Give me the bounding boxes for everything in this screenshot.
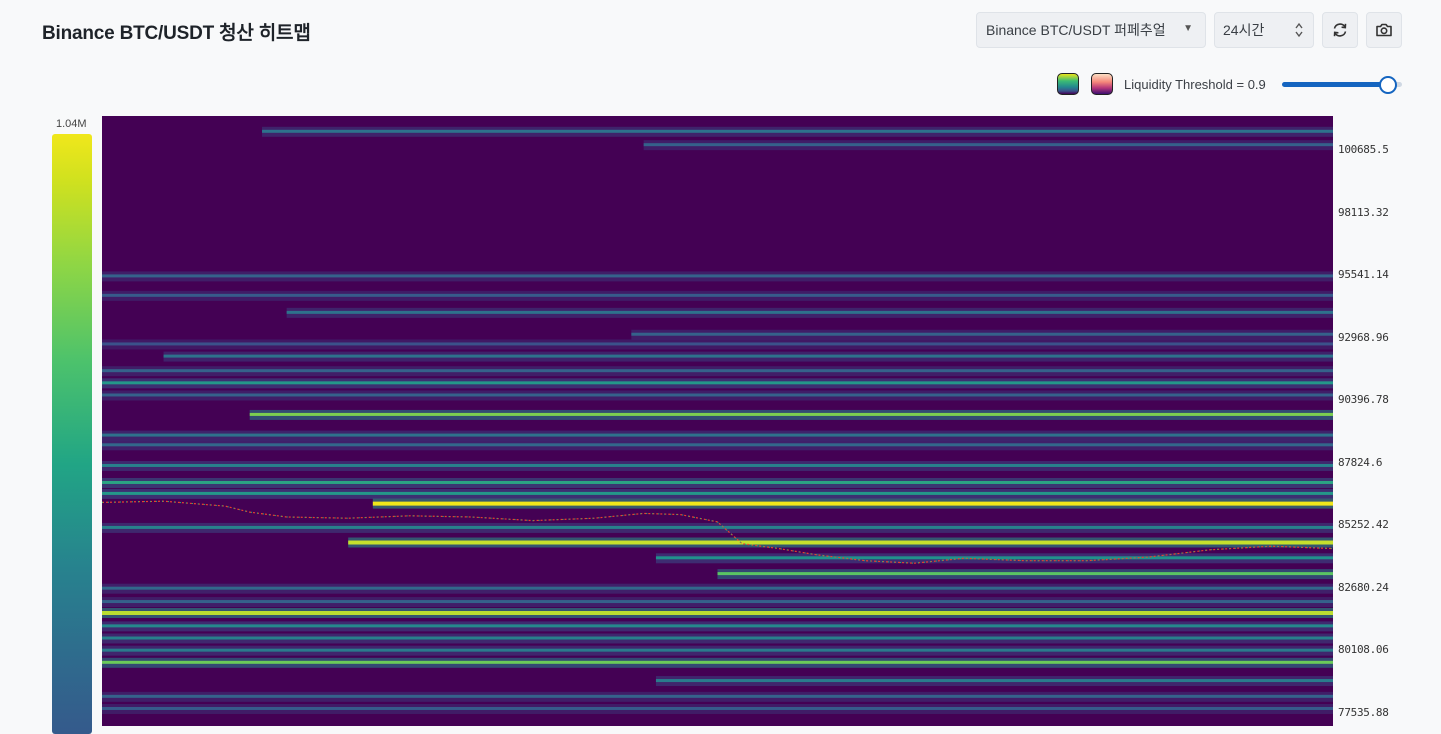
updown-chevron-icon bbox=[1295, 22, 1303, 38]
liquidation-band bbox=[102, 694, 1333, 698]
viridis-palette-button[interactable] bbox=[1057, 73, 1079, 95]
chevron-down-icon: ▼ bbox=[1183, 23, 1193, 34]
liquidation-band bbox=[102, 586, 1333, 590]
liquidation-band bbox=[102, 660, 1333, 664]
price-axis-tick: 80108.06 bbox=[1338, 643, 1389, 657]
liquidation-band bbox=[102, 706, 1333, 710]
price-axis-tick: 82680.24 bbox=[1338, 580, 1389, 594]
liquidation-band bbox=[102, 342, 1333, 346]
liquidation-band bbox=[102, 610, 1333, 615]
liquidation-band bbox=[348, 540, 1333, 545]
liquidation-band bbox=[102, 463, 1333, 467]
liquidation-band bbox=[262, 129, 1333, 133]
camera-icon bbox=[1376, 23, 1392, 37]
liquidation-band bbox=[102, 480, 1333, 484]
price-axis-tick: 95541.14 bbox=[1338, 268, 1389, 282]
threshold-slider-thumb[interactable] bbox=[1379, 76, 1397, 94]
symbol-select[interactable]: Binance BTC/USDT 퍼페추얼 ▼ bbox=[976, 12, 1206, 48]
liquidation-band bbox=[102, 525, 1333, 529]
liquidation-band bbox=[249, 412, 1333, 416]
liquidation-band bbox=[102, 381, 1333, 385]
colorbar-max-label: 1.04M bbox=[56, 118, 87, 130]
liquidation-band bbox=[286, 310, 1333, 314]
liquidation-band bbox=[655, 556, 1333, 560]
liquidation-band bbox=[102, 636, 1333, 640]
colorbar bbox=[52, 134, 92, 734]
liquidation-band bbox=[102, 443, 1333, 447]
liquidation-band bbox=[717, 572, 1333, 576]
price-axis-tick: 85252.42 bbox=[1338, 518, 1389, 532]
liquidation-band bbox=[102, 648, 1333, 652]
liquidation-band bbox=[655, 679, 1333, 683]
refresh-icon bbox=[1333, 23, 1347, 37]
price-axis-tick: 90396.78 bbox=[1338, 393, 1389, 407]
liquidation-band bbox=[102, 293, 1333, 297]
price-axis-tick: 87824.6 bbox=[1338, 455, 1383, 469]
page-title: Binance BTC/USDT 청산 히트맵 bbox=[42, 23, 311, 44]
price-axis-tick: 98113.32 bbox=[1338, 205, 1389, 219]
liquidation-band bbox=[643, 143, 1333, 147]
price-axis-tick: 77535.88 bbox=[1338, 705, 1389, 719]
liquidation-band bbox=[102, 491, 1333, 495]
screenshot-button[interactable] bbox=[1366, 12, 1402, 48]
liquidation-bands bbox=[102, 126, 1333, 714]
liquidation-band bbox=[372, 501, 1333, 506]
time-range-select[interactable]: 24시간 bbox=[1214, 12, 1314, 48]
threshold-slider-track[interactable] bbox=[1282, 82, 1390, 87]
price-axis-tick: 92968.96 bbox=[1338, 330, 1389, 344]
liquidation-band bbox=[102, 600, 1333, 604]
heatmap-svg bbox=[102, 126, 1333, 714]
price-axis-tick: 100685.5 bbox=[1338, 143, 1389, 157]
liquidation-heatmap[interactable] bbox=[102, 116, 1333, 726]
threshold-label: Liquidity Threshold = 0.9 bbox=[1124, 77, 1266, 92]
liquidation-band bbox=[102, 624, 1333, 628]
liquidation-band bbox=[102, 393, 1333, 397]
liquidation-band bbox=[102, 433, 1333, 437]
liquidation-band bbox=[102, 274, 1333, 278]
magma-palette-button[interactable] bbox=[1091, 73, 1113, 95]
time-range-value: 24시간 bbox=[1223, 22, 1265, 38]
symbol-select-value: Binance BTC/USDT 퍼페추얼 bbox=[986, 22, 1166, 38]
liquidation-band bbox=[102, 369, 1333, 373]
liquidation-band bbox=[631, 332, 1333, 336]
liquidation-band bbox=[163, 354, 1333, 358]
refresh-button[interactable] bbox=[1322, 12, 1358, 48]
